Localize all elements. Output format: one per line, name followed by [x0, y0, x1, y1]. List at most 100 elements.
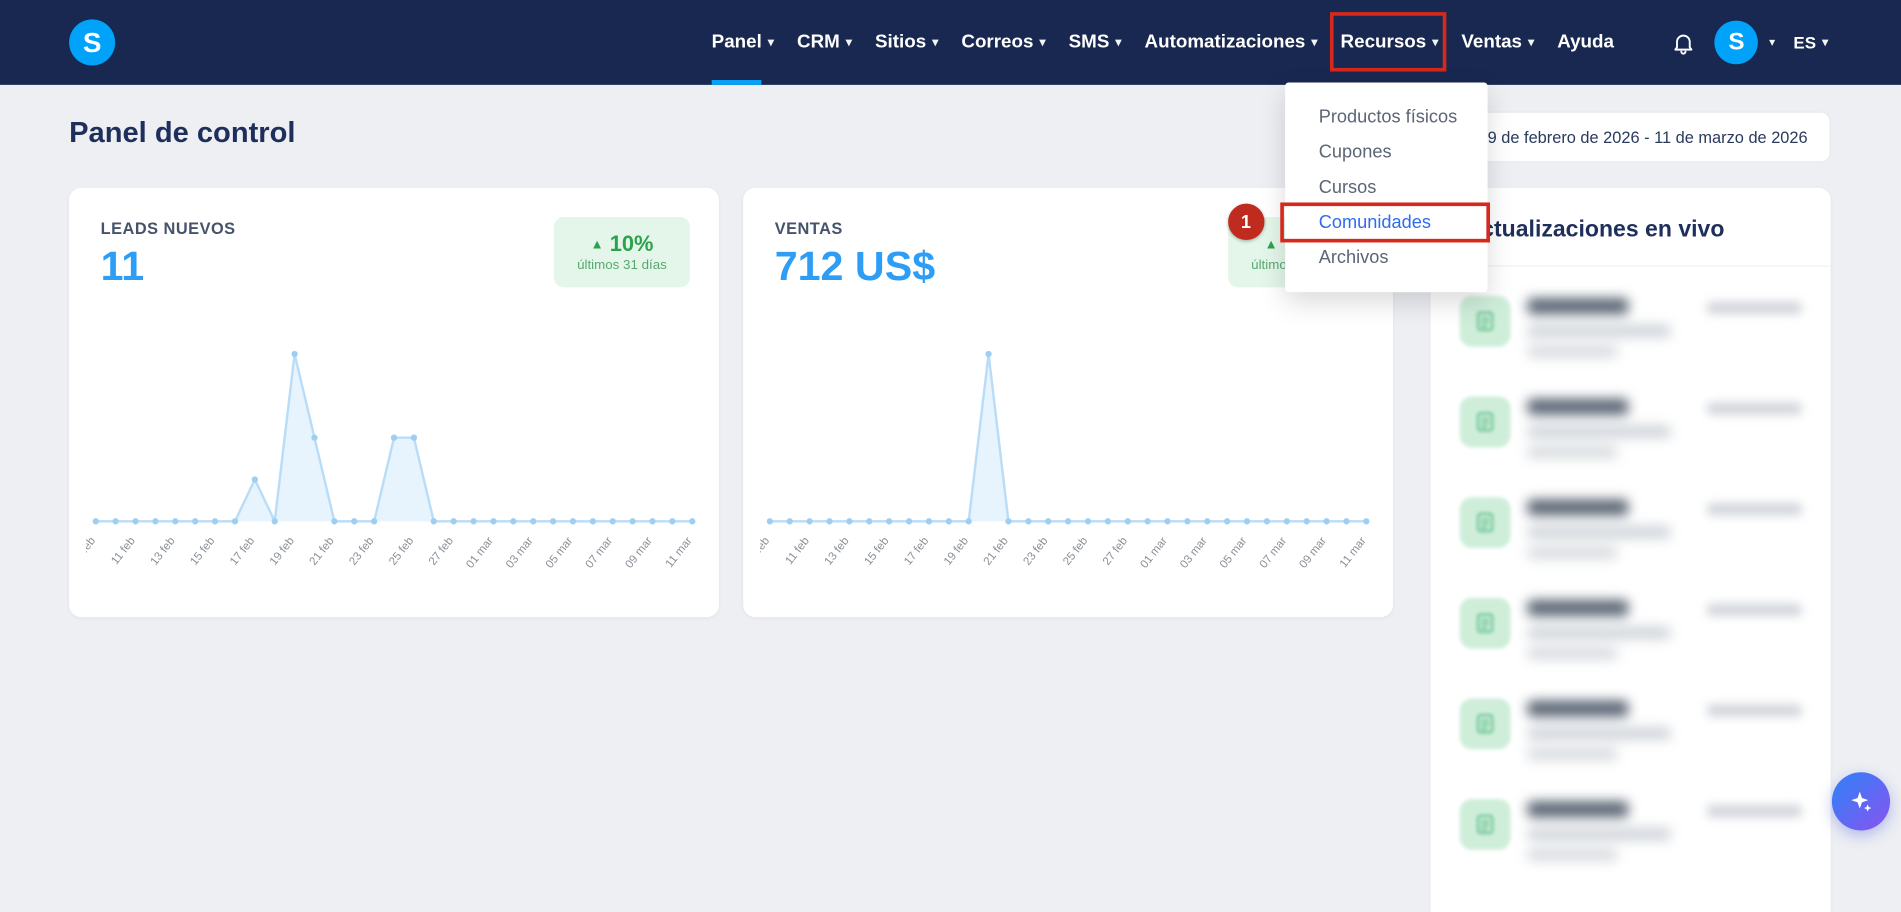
chevron-down-icon: ▾	[1115, 35, 1122, 50]
nav-item-sms[interactable]: SMS ▾	[1069, 0, 1122, 85]
svg-text:05 mar: 05 mar	[544, 535, 576, 571]
update-text-blurred	[1527, 698, 1690, 761]
assistant-fab-button[interactable]	[1831, 772, 1891, 831]
chevron-down-icon: ▾	[1039, 35, 1046, 50]
page-title: Panel de control	[69, 116, 296, 150]
chevron-down-icon: ▾	[845, 35, 852, 50]
app-stage: S Panel ▾ CRM ▾ Sitios ▾ Correos ▾ SMS ▾ Auto…	[0, 0, 1901, 912]
header-right-cluster: S ▾ ES ▾	[1671, 0, 1828, 85]
nav-item-automatizaciones[interactable]: Automatizaciones ▾	[1145, 0, 1318, 85]
chevron-down-icon[interactable]: ▾	[1769, 36, 1775, 49]
chevron-down-icon: ▾	[767, 35, 774, 50]
svg-text:27 feb: 27 feb	[1101, 535, 1130, 568]
update-icon	[1459, 396, 1511, 448]
main-nav: Panel ▾ CRM ▾ Sitios ▾ Correos ▾ SMS ▾ Automa…	[711, 0, 1614, 293]
user-avatar[interactable]: S	[1714, 20, 1759, 65]
sales-card-value: 712 US$	[774, 243, 936, 290]
arrow-up-icon: ▲	[1264, 237, 1278, 252]
update-row[interactable]	[1459, 578, 1802, 679]
live-updates-panel: Actualizaciones en vivo	[1430, 187, 1831, 912]
svg-text:01 mar: 01 mar	[464, 535, 496, 571]
update-row[interactable]	[1459, 377, 1802, 478]
svg-text:03 mar: 03 mar	[504, 535, 536, 571]
svg-text:15 feb: 15 feb	[188, 535, 217, 568]
svg-text:11 mar: 11 mar	[1338, 535, 1369, 570]
svg-text:11 feb: 11 feb	[783, 535, 812, 567]
svg-text:09 feb: 09 feb	[760, 535, 772, 568]
sales-chart: 09 feb 11 feb 13 feb 15 feb 17 feb 19 feb 21 f…	[760, 350, 1370, 571]
svg-text:21 feb: 21 feb	[308, 535, 337, 568]
update-text-blurred	[1527, 296, 1690, 358]
brand-logo[interactable]: S	[69, 19, 116, 66]
nav-item-panel[interactable]: Panel ▾	[711, 0, 774, 85]
update-text-blurred	[1527, 799, 1690, 861]
update-row[interactable]	[1459, 478, 1802, 579]
update-timestamp-blurred	[1707, 603, 1802, 616]
update-icon	[1459, 597, 1511, 649]
update-timestamp-blurred	[1707, 805, 1802, 818]
top-navbar: S Panel ▾ CRM ▾ Sitios ▾ Correos ▾ SMS ▾ Auto…	[0, 0, 1901, 293]
menu-item-cupones[interactable]: Cupones	[1319, 135, 1488, 170]
leads-trend-badge: ▲ 10% últimos 31 días	[554, 217, 690, 288]
svg-text:07 mar: 07 mar	[584, 535, 616, 571]
nav-item-sitios[interactable]: Sitios ▾	[875, 0, 938, 85]
svg-text:01 mar: 01 mar	[1138, 535, 1170, 571]
sales-card-title: VENTAS	[774, 219, 843, 238]
svg-text:19 feb: 19 feb	[268, 535, 297, 568]
annotation-step-badge: 1	[1227, 203, 1265, 241]
update-row[interactable]	[1459, 276, 1802, 377]
svg-text:11 feb: 11 feb	[109, 535, 138, 567]
svg-text:19 feb: 19 feb	[942, 535, 971, 568]
update-timestamp-blurred	[1707, 301, 1802, 315]
svg-text:09 mar: 09 mar	[1297, 535, 1329, 571]
svg-text:13 feb: 13 feb	[149, 535, 178, 568]
chevron-down-icon: ▾	[1311, 35, 1318, 50]
svg-text:03 mar: 03 mar	[1178, 535, 1210, 571]
svg-text:21 feb: 21 feb	[982, 535, 1011, 568]
update-icon	[1459, 798, 1511, 850]
leads-card-title: LEADS NUEVOS	[100, 219, 236, 238]
date-range-picker[interactable]: 9 de febrero de 2026 - 11 de marzo de 20…	[1464, 111, 1831, 163]
live-updates-list	[1431, 267, 1831, 890]
update-icon	[1459, 295, 1511, 347]
svg-text:09 mar: 09 mar	[623, 535, 655, 571]
leads-card: LEADS NUEVOS 11 ▲10% últimos 31 días 09 …	[69, 187, 719, 618]
svg-text:07 mar: 07 mar	[1258, 535, 1290, 571]
recursos-dropdown-menu: Productos físicos Cupones Cursos Comunid…	[1227, 82, 1490, 293]
language-selector[interactable]: ES ▾	[1793, 33, 1828, 52]
update-text-blurred	[1527, 497, 1690, 559]
update-row[interactable]	[1459, 679, 1802, 780]
leads-chart: 09 feb 11 feb 13 feb 15 feb 17 feb 19 feb 21 f…	[86, 350, 696, 571]
svg-text:13 feb: 13 feb	[823, 535, 852, 568]
svg-text:17 feb: 17 feb	[902, 535, 931, 568]
chevron-down-icon: ▾	[1822, 35, 1829, 50]
update-timestamp-blurred	[1707, 704, 1802, 717]
update-icon	[1459, 497, 1511, 548]
chevron-down-icon: ▾	[1528, 35, 1535, 50]
svg-text:05 mar: 05 mar	[1218, 535, 1250, 571]
menu-item-cursos[interactable]: Cursos	[1319, 170, 1488, 205]
update-timestamp-blurred	[1707, 402, 1802, 415]
svg-text:23 feb: 23 feb	[347, 535, 376, 568]
nav-item-crm[interactable]: CRM ▾	[797, 0, 852, 85]
svg-text:25 feb: 25 feb	[1061, 535, 1090, 568]
menu-item-productos-fisicos[interactable]: Productos físicos	[1319, 99, 1488, 134]
update-row[interactable]	[1459, 780, 1802, 881]
svg-text:15 feb: 15 feb	[862, 535, 891, 568]
svg-text:11 mar: 11 mar	[664, 535, 695, 570]
chevron-down-icon: ▾	[932, 35, 939, 50]
update-text-blurred	[1527, 396, 1690, 459]
menu-item-archivos[interactable]: Archivos	[1319, 240, 1488, 275]
nav-item-ventas[interactable]: Ventas ▾	[1461, 0, 1534, 85]
update-timestamp-blurred	[1707, 503, 1802, 516]
update-text-blurred	[1527, 598, 1690, 660]
arrow-up-icon: ▲	[590, 237, 604, 252]
nav-item-ayuda[interactable]: Ayuda	[1557, 0, 1614, 85]
notifications-bell-icon[interactable]	[1671, 30, 1696, 55]
sparkle-icon	[1846, 787, 1875, 816]
chevron-down-icon: ▾	[1432, 35, 1439, 50]
nav-item-recursos[interactable]: Recursos ▾ Productos físicos Cupones Curs…	[1227, 0, 1490, 293]
svg-text:27 feb: 27 feb	[427, 535, 456, 568]
nav-item-correos[interactable]: Correos ▾	[961, 0, 1045, 85]
menu-item-comunidades[interactable]: Comunidades	[1319, 205, 1488, 240]
